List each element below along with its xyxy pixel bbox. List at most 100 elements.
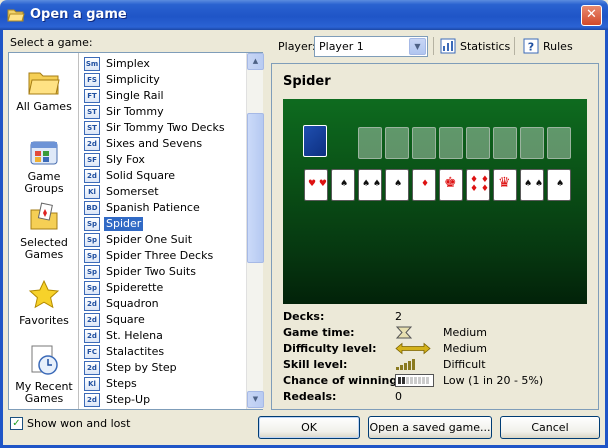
scroll-up-button[interactable]: ▲ [247, 53, 264, 70]
category-all-games[interactable]: All Games [9, 67, 79, 113]
scroll-thumb[interactable] [247, 113, 264, 263]
tableau-card-icon: ♦ [412, 169, 436, 201]
stat-label: Game time: [283, 326, 355, 339]
game-type-icon: 2d [84, 137, 100, 151]
foundation-slot [385, 127, 409, 159]
game-name: Step by Step [106, 361, 177, 374]
category-label: Groups [24, 182, 64, 195]
rules-label: Rules [543, 40, 573, 53]
star-icon [28, 279, 60, 309]
tableau-card-icon: ♠ ♠ [520, 169, 544, 201]
tableau-card-icon: ♠ [385, 169, 409, 201]
category-label: Games [24, 248, 64, 261]
list-item[interactable]: 2d Solid Square [83, 168, 243, 184]
title-bar: Open a game ✕ [0, 0, 608, 30]
tableau-card-icon: ♚ [439, 169, 463, 201]
game-name: Spider Three Decks [106, 249, 214, 262]
game-details-panel: Spider ♥ ♥ ♠ ♠ ♠ ♠ ♦ ♚ ♦ ♦ ♦ ♦ ♛ ♠ ♠ ♠ De… [271, 63, 599, 410]
stat-value: Medium [443, 326, 487, 339]
category-label: Games [24, 392, 64, 405]
game-type-icon: FC [84, 345, 100, 359]
list-item[interactable]: ST Sir Tommy [83, 104, 243, 120]
list-item[interactable]: FS Simplicity [83, 72, 243, 88]
list-item[interactable]: 2d Step by Step [83, 360, 243, 376]
cancel-button[interactable]: Cancel [500, 416, 600, 439]
list-item[interactable]: Sp Spider One Suit [83, 232, 243, 248]
game-name: Sixes and Sevens [106, 137, 203, 150]
ok-button[interactable]: OK [258, 416, 360, 439]
list-item[interactable]: BD Spanish Patience [83, 200, 243, 216]
open-saved-game-button[interactable]: Open a saved game... [368, 416, 492, 439]
list-item[interactable]: Kl Somerset [83, 184, 243, 200]
folder-open-icon [7, 9, 25, 22]
game-type-icon: Sm [84, 57, 100, 71]
game-name: Square [106, 313, 145, 326]
game-list[interactable]: Sm Simplex FS Simplicity FT Single Rail ST S… [83, 56, 243, 408]
toolbar-separator [514, 37, 515, 55]
game-name: Simplex [106, 57, 150, 70]
bar-chart-icon [440, 38, 456, 54]
svg-text:?: ? [528, 41, 534, 54]
game-browser: All Games Game Groups Selected Games Fav… [8, 52, 264, 410]
stock-card-icon [303, 125, 327, 157]
game-title: Spider [283, 74, 331, 89]
game-preview: ♥ ♥ ♠ ♠ ♠ ♠ ♦ ♚ ♦ ♦ ♦ ♦ ♛ ♠ ♠ ♠ [283, 99, 587, 304]
list-item[interactable]: Sm Simplex [83, 56, 243, 72]
game-type-icon: 2d [84, 313, 100, 327]
list-item[interactable]: SF Sly Fox [83, 152, 243, 168]
toolbar-separator [433, 37, 434, 55]
list-item[interactable]: 2d Squadron [83, 296, 243, 312]
close-button[interactable]: ✕ [581, 5, 602, 26]
game-name: Spanish Patience [106, 201, 200, 214]
game-name: Sly Fox [106, 153, 145, 166]
player-value: Player 1 [319, 40, 364, 53]
game-type-icon: FS [84, 73, 100, 87]
chevron-down-icon[interactable]: ▼ [409, 38, 426, 55]
stat-label: Decks: [283, 310, 325, 323]
game-type-icon: BD [84, 201, 100, 215]
scroll-down-button[interactable]: ▼ [247, 391, 264, 408]
list-item[interactable]: ST Sir Tommy Two Decks [83, 120, 243, 136]
game-type-icon: 2d [84, 329, 100, 343]
game-name: Squadron [106, 297, 159, 310]
game-list-scrollbar[interactable]: ▲ ▼ [246, 53, 264, 409]
list-item-selected[interactable]: Sp Spider [83, 216, 243, 232]
game-type-icon: Sp [84, 217, 100, 231]
list-item[interactable]: FT Single Rail [83, 88, 243, 104]
tableau-card-icon: ♦ ♦ ♦ ♦ [466, 169, 490, 201]
game-type-icon: ST [84, 105, 100, 119]
stat-label: Skill level: [283, 358, 348, 371]
category-game-groups[interactable]: Game Groups [9, 137, 79, 195]
game-name: Stalactites [106, 345, 165, 358]
list-item[interactable]: Kl Steps [83, 376, 243, 392]
foundation-slot [547, 127, 571, 159]
game-type-icon: SF [84, 153, 100, 167]
foundation-slot [439, 127, 463, 159]
show-won-lost-label: Show won and lost [27, 417, 131, 430]
game-name: Step-Up [106, 393, 151, 406]
category-recent-games[interactable]: My Recent Games [9, 343, 79, 405]
stat-value: Difficult [443, 358, 486, 371]
list-item[interactable]: 2d Square [83, 312, 243, 328]
foundation-slot [493, 127, 517, 159]
stat-value: Low (1 in 20 - 5%) [443, 374, 544, 387]
checkbox-box[interactable]: ✓ [10, 417, 23, 430]
category-favorites[interactable]: Favorites [9, 279, 79, 327]
game-name: Solid Square [106, 169, 176, 182]
list-item[interactable]: 2d Sixes and Sevens [83, 136, 243, 152]
game-type-icon: ST [84, 121, 100, 135]
list-item[interactable]: Sp Spider Three Decks [83, 248, 243, 264]
player-dropdown[interactable]: Player 1 ▼ [314, 36, 428, 57]
list-item[interactable]: 2d St. Helena [83, 328, 243, 344]
list-item[interactable]: Sp Spiderette [83, 280, 243, 296]
foundation-slot [520, 127, 544, 159]
game-type-icon: Sp [84, 233, 100, 247]
list-item[interactable]: Sp Spider Two Suits [83, 264, 243, 280]
game-name: Somerset [106, 185, 159, 198]
game-type-icon: 2d [84, 393, 100, 407]
window-title: Open a game [30, 7, 127, 22]
tableau-card-icon: ♥ ♥ [304, 169, 328, 201]
list-item[interactable]: FC Stalactites [83, 344, 243, 360]
list-item[interactable]: 2d Step-Up [83, 392, 243, 408]
category-selected-games[interactable]: Selected Games [9, 201, 79, 261]
